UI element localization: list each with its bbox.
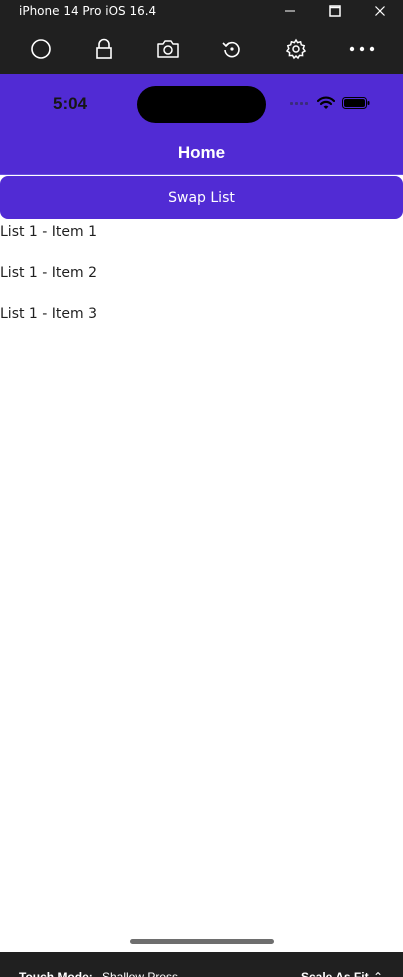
home-icon bbox=[31, 39, 51, 59]
window-titlebar: iPhone 14 Pro iOS 16.4 bbox=[0, 0, 403, 24]
wifi-icon bbox=[317, 96, 335, 109]
list-item[interactable]: List 1 - Item 3 bbox=[0, 301, 403, 342]
settings-button[interactable] bbox=[283, 36, 309, 62]
scale-label[interactable]: Scale As Fit bbox=[301, 969, 369, 977]
minimize-button[interactable] bbox=[274, 0, 306, 22]
rotate-icon bbox=[222, 41, 240, 58]
lock-icon bbox=[96, 38, 112, 59]
window-title: iPhone 14 Pro iOS 16.4 bbox=[19, 4, 157, 18]
home-indicator[interactable] bbox=[130, 939, 274, 944]
list-item[interactable]: List 1 - Item 1 bbox=[0, 219, 403, 260]
more-icon bbox=[349, 46, 375, 52]
close-button[interactable] bbox=[364, 0, 396, 22]
simulator-status-bar: Touch Mode: Shallow Press Scale As Fit ⌃ bbox=[0, 952, 403, 977]
list-item[interactable]: List 1 - Item 2 bbox=[0, 260, 403, 301]
device-screen: 5:04 Home Swap List List 1 - Item 1 List… bbox=[0, 74, 403, 952]
home-button[interactable] bbox=[28, 36, 54, 62]
screenshot-button[interactable] bbox=[155, 36, 181, 62]
status-bar: 5:04 bbox=[0, 74, 403, 134]
dynamic-island bbox=[137, 86, 266, 123]
more-button[interactable] bbox=[349, 36, 375, 62]
battery-icon bbox=[342, 97, 370, 109]
close-icon bbox=[375, 6, 385, 16]
item-list: List 1 - Item 1 List 1 - Item 2 List 1 -… bbox=[0, 219, 403, 342]
simulator-toolbar bbox=[0, 24, 403, 74]
touch-mode-value[interactable]: Shallow Press bbox=[102, 969, 178, 977]
touch-mode-label: Touch Mode: bbox=[19, 970, 93, 977]
minimize-icon bbox=[285, 10, 295, 12]
cellular-signal-icon bbox=[290, 99, 312, 105]
status-time: 5:04 bbox=[53, 94, 88, 113]
maximize-icon bbox=[329, 5, 341, 17]
lock-button[interactable] bbox=[91, 36, 117, 62]
chevron-up-icon[interactable]: ⌃ bbox=[373, 969, 383, 977]
maximize-button[interactable] bbox=[319, 0, 351, 22]
swap-list-button[interactable]: Swap List bbox=[0, 176, 403, 219]
page-title: Home bbox=[177, 143, 226, 162]
camera-icon bbox=[157, 40, 179, 58]
settings-icon bbox=[285, 38, 307, 60]
rotate-button[interactable] bbox=[219, 36, 245, 62]
navigation-bar: Home bbox=[0, 134, 403, 175]
